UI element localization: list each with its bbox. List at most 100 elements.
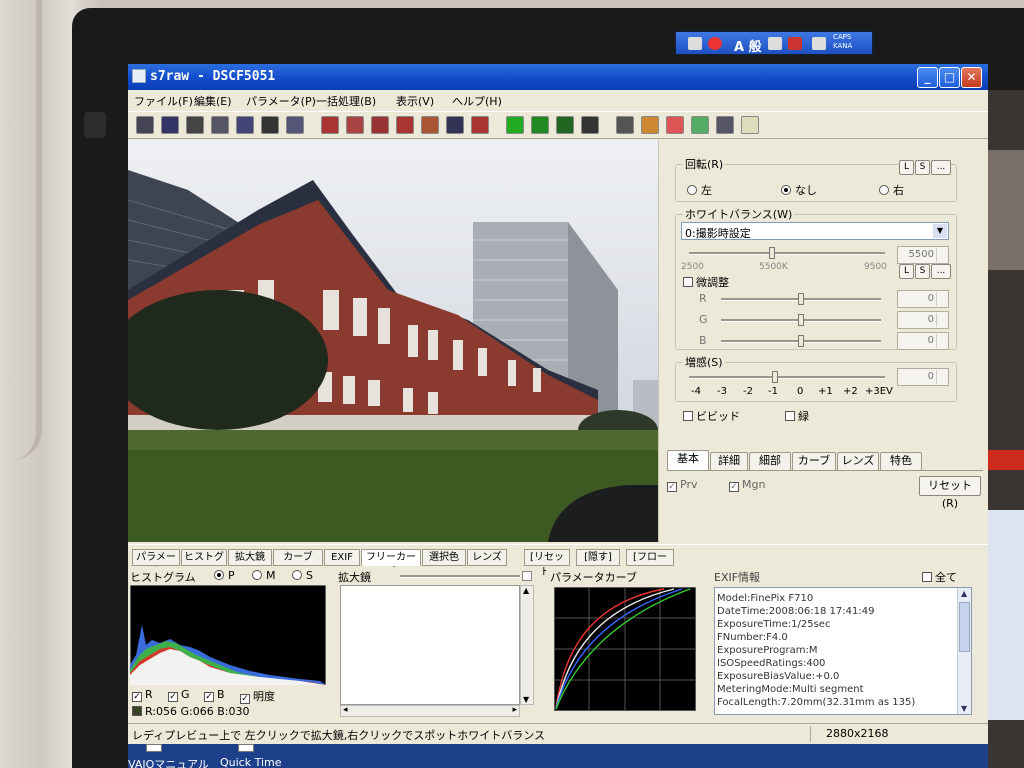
scroll-up-icon[interactable]: ▲ xyxy=(523,586,529,595)
tab-curve-view[interactable]: カーブ xyxy=(273,549,323,566)
convert-3-icon[interactable] xyxy=(371,116,389,134)
histogram-channel-b[interactable]: ✓ B xyxy=(204,688,225,702)
hide-button[interactable]: [隠す] xyxy=(576,549,620,566)
tab-curve[interactable]: カーブ xyxy=(792,452,836,470)
maximize-button[interactable]: □ xyxy=(939,67,960,88)
ime-tool-icon[interactable] xyxy=(788,37,802,50)
wb-more-button[interactable]: ... xyxy=(931,264,951,279)
magnifier-view[interactable] xyxy=(340,585,520,705)
rotate-save-button[interactable]: S xyxy=(915,160,930,175)
batch-2-icon[interactable] xyxy=(471,116,489,134)
ime-help-icon[interactable] xyxy=(812,37,826,50)
parameter-curve-graph[interactable] xyxy=(554,587,696,711)
tab-exif[interactable]: EXIF xyxy=(324,549,360,566)
convert-4-icon[interactable] xyxy=(396,116,414,134)
wb-save-button[interactable]: S xyxy=(915,264,930,279)
reset-button[interactable]: リセット(R) xyxy=(919,476,981,510)
tab-lens-view[interactable]: レンズ xyxy=(467,549,507,566)
title-bar[interactable]: s7raw - DSCF5051 _ □ ✕ xyxy=(128,64,988,90)
wb-channel-g-thumb[interactable] xyxy=(798,314,804,326)
rotate-load-button[interactable]: L xyxy=(899,160,914,175)
magnifier-vscroll[interactable]: ▲ ▼ xyxy=(520,585,534,705)
histogram-mode-s[interactable]: S xyxy=(292,569,313,582)
wb-channel-g-input[interactable]: 0 xyxy=(897,311,949,329)
exif-all-checkbox[interactable]: 全て xyxy=(922,569,957,585)
copy-icon[interactable] xyxy=(211,116,229,134)
menu-view[interactable]: 表示(V) xyxy=(396,93,434,109)
menu-file[interactable]: ファイル(F) xyxy=(134,93,193,109)
histogram-channel-g[interactable]: ✓ G xyxy=(168,688,190,702)
menu-parameter[interactable]: パラメータ(P) xyxy=(246,93,316,109)
help-icon[interactable] xyxy=(741,116,759,134)
menu-help[interactable]: ヘルプ(H) xyxy=(452,93,502,109)
tab-parameter[interactable]: パラメータ xyxy=(132,549,180,578)
tab-magnifier[interactable]: 拡大鏡 xyxy=(228,549,272,566)
grid-icon[interactable] xyxy=(616,116,634,134)
tab-histogram[interactable]: ヒストグラム xyxy=(181,549,227,578)
reset-view-button[interactable]: [リセット] xyxy=(524,549,570,578)
curve-icon[interactable] xyxy=(691,116,709,134)
exif-scrollbar[interactable]: ▲ ▼ xyxy=(957,588,971,714)
sensitivity-track[interactable] xyxy=(689,376,885,379)
magnifier-hscroll[interactable]: ◂ ▸ xyxy=(340,705,520,717)
zoom-icon[interactable] xyxy=(236,116,254,134)
save-as-icon[interactable] xyxy=(186,116,204,134)
scroll-down-icon[interactable]: ▼ xyxy=(523,695,529,704)
histogram-channel-luma[interactable]: ✓ 明度 xyxy=(240,688,275,704)
scroll-down-icon[interactable]: ▼ xyxy=(961,704,967,713)
scroll-left-icon[interactable]: ◂ xyxy=(343,705,348,715)
close-button[interactable]: ✕ xyxy=(961,67,982,88)
mgn-checkbox[interactable]: ✓ Mgn xyxy=(729,478,765,492)
histogram-channel-r[interactable]: ✓ R xyxy=(132,688,153,702)
rotate-none-radio[interactable]: なし xyxy=(781,182,817,198)
green-checkbox[interactable]: 緑 xyxy=(785,408,809,424)
tab-free-curve[interactable]: フリーカーブ xyxy=(361,549,421,578)
crop-icon[interactable] xyxy=(261,116,279,134)
tab-detail[interactable]: 詳細 xyxy=(710,452,748,470)
batch-1-icon[interactable] xyxy=(446,116,464,134)
wb-channel-r-input[interactable]: 0 xyxy=(897,290,949,308)
tab-fine[interactable]: 細部 xyxy=(749,452,791,470)
scroll-right-icon[interactable]: ▸ xyxy=(512,705,517,715)
wb-temp-thumb[interactable] xyxy=(769,247,775,259)
ime-keyboard-icon[interactable] xyxy=(688,37,702,50)
preview-image[interactable] xyxy=(128,140,658,542)
convert-5-icon[interactable] xyxy=(421,116,439,134)
sensitivity-input[interactable]: 0 xyxy=(897,368,949,386)
layers-icon[interactable] xyxy=(286,116,304,134)
vivid-checkbox[interactable]: ビビッド xyxy=(683,408,740,424)
sensitivity-thumb[interactable] xyxy=(772,371,779,383)
magnifier-zoom-track[interactable] xyxy=(400,575,520,578)
menu-batch[interactable]: 一括処理(B) xyxy=(316,93,376,109)
histogram-mode-m[interactable]: M xyxy=(252,569,276,582)
wb-fine-checkbox[interactable]: 微調整 xyxy=(683,274,729,290)
wb-load-button[interactable]: L xyxy=(899,264,914,279)
view-grid-icon[interactable] xyxy=(531,116,549,134)
minimize-button[interactable]: _ xyxy=(917,67,938,88)
wb-preset-select[interactable]: 0:撮影時設定 ▼ xyxy=(681,222,949,240)
rotate-left-radio[interactable]: 左 xyxy=(687,182,712,198)
float-button[interactable]: [フロート] xyxy=(626,549,674,578)
tab-special[interactable]: 特色 xyxy=(880,452,922,470)
tab-lens[interactable]: レンズ xyxy=(837,452,879,470)
rotate-right-radio[interactable]: 右 xyxy=(879,182,904,198)
tab-select-color[interactable]: 選択色 xyxy=(422,549,466,566)
wb-temp-input[interactable]: 5500 xyxy=(897,246,949,264)
level-icon[interactable] xyxy=(716,116,734,134)
rotate-more-button[interactable]: ... xyxy=(931,160,951,175)
prv-checkbox[interactable]: ✓ Prv xyxy=(667,478,697,492)
wb-channel-r-thumb[interactable] xyxy=(798,293,804,305)
exif-list[interactable]: Model:FinePix F710 DateTime:2008:06:18 17… xyxy=(714,587,972,715)
palette-icon[interactable] xyxy=(641,116,659,134)
convert-1-icon[interactable] xyxy=(321,116,339,134)
menu-edit[interactable]: 編集(E) xyxy=(194,93,232,109)
convert-2-icon[interactable] xyxy=(346,116,364,134)
wb-channel-b-thumb[interactable] xyxy=(798,335,804,347)
ime-input-mode[interactable]: A 般 xyxy=(734,36,762,55)
save-icon[interactable] xyxy=(161,116,179,134)
histogram-mode-p[interactable]: P xyxy=(214,569,235,582)
rgb-icon[interactable] xyxy=(666,116,684,134)
view-green-icon[interactable] xyxy=(506,116,524,134)
wb-temp-track[interactable] xyxy=(689,252,885,255)
ime-pad-icon[interactable] xyxy=(768,37,782,50)
